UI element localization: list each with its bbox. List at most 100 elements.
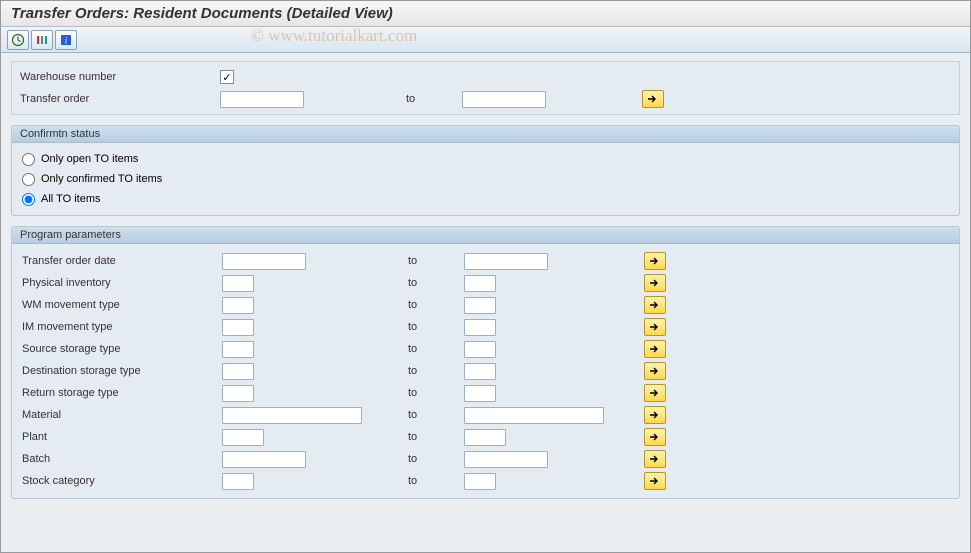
multiple-selection-button[interactable] bbox=[642, 90, 664, 108]
arrow-right-icon bbox=[649, 256, 661, 266]
multiple-selection-button[interactable] bbox=[644, 296, 666, 314]
param-label: Transfer order date bbox=[22, 255, 222, 267]
multiple-selection-button[interactable] bbox=[644, 252, 666, 270]
param-to-input[interactable] bbox=[464, 253, 548, 270]
radio-all-label: All TO items bbox=[41, 193, 101, 205]
multiple-selection-button[interactable] bbox=[644, 428, 666, 446]
param-from-input[interactable] bbox=[222, 341, 254, 358]
warehouse-input[interactable]: ✓ bbox=[220, 70, 234, 84]
to-label: to bbox=[372, 255, 464, 267]
to-label: to bbox=[372, 277, 464, 289]
param-to-input[interactable] bbox=[464, 275, 496, 292]
to-label: to bbox=[372, 343, 464, 355]
param-to-input[interactable] bbox=[464, 429, 506, 446]
param-from-input[interactable] bbox=[222, 363, 254, 380]
arrow-right-icon bbox=[649, 476, 661, 486]
transfer-order-to-input[interactable] bbox=[462, 91, 546, 108]
radio-open-items[interactable]: Only open TO items bbox=[22, 149, 949, 169]
app-window: Transfer Orders: Resident Documents (Det… bbox=[0, 0, 971, 553]
to-label: to bbox=[372, 475, 464, 487]
to-label: to bbox=[372, 453, 464, 465]
info-icon: i bbox=[59, 33, 73, 47]
transfer-order-label: Transfer order bbox=[20, 93, 220, 105]
radio-confirmed-label: Only confirmed TO items bbox=[41, 173, 162, 185]
execute-button[interactable] bbox=[7, 30, 29, 50]
param-label: Return storage type bbox=[22, 387, 222, 399]
radio-confirmed-input[interactable] bbox=[22, 173, 35, 186]
param-row: Stock categoryto bbox=[22, 470, 949, 492]
param-label: Material bbox=[22, 409, 222, 421]
multiple-selection-button[interactable] bbox=[644, 362, 666, 380]
to-label: to bbox=[372, 387, 464, 399]
arrow-right-icon bbox=[649, 410, 661, 420]
param-to-input[interactable] bbox=[464, 363, 496, 380]
param-row: Source storage type to bbox=[22, 338, 949, 360]
param-row: Transfer order date to bbox=[22, 250, 949, 272]
radio-all-input[interactable] bbox=[22, 193, 35, 206]
radio-open-input[interactable] bbox=[22, 153, 35, 166]
param-from-input[interactable] bbox=[222, 253, 306, 270]
clock-execute-icon bbox=[11, 33, 25, 47]
radio-confirmed-items[interactable]: Only confirmed TO items bbox=[22, 169, 949, 189]
param-row: WM movement type to bbox=[22, 294, 949, 316]
multiple-selection-button[interactable] bbox=[644, 406, 666, 424]
param-label: Plant bbox=[22, 431, 222, 443]
multiple-selection-button[interactable] bbox=[644, 274, 666, 292]
toolbar: i bbox=[1, 27, 970, 53]
param-to-input[interactable] bbox=[464, 385, 496, 402]
param-row: Physical inventory to bbox=[22, 272, 949, 294]
to-label: to bbox=[372, 299, 464, 311]
to-label: to bbox=[372, 365, 464, 377]
variant-button[interactable] bbox=[31, 30, 53, 50]
param-label: Batch bbox=[22, 453, 222, 465]
to-label: to bbox=[372, 431, 464, 443]
param-to-input[interactable] bbox=[464, 407, 604, 424]
param-from-input[interactable] bbox=[222, 407, 362, 424]
program-parameters-header: Program parameters bbox=[12, 227, 959, 244]
param-label: Physical inventory bbox=[22, 277, 222, 289]
param-to-input[interactable] bbox=[464, 341, 496, 358]
page-title: Transfer Orders: Resident Documents (Det… bbox=[1, 1, 970, 27]
arrow-right-icon bbox=[649, 278, 661, 288]
param-from-input[interactable] bbox=[222, 385, 254, 402]
info-button[interactable]: i bbox=[55, 30, 77, 50]
radio-all-items[interactable]: All TO items bbox=[22, 189, 949, 209]
param-from-input[interactable] bbox=[222, 275, 254, 292]
bars-icon bbox=[35, 33, 49, 47]
param-row: Return storage type to bbox=[22, 382, 949, 404]
param-to-input[interactable] bbox=[464, 319, 496, 336]
arrow-right-icon bbox=[649, 366, 661, 376]
param-row: Batch to bbox=[22, 448, 949, 470]
param-label: Source storage type bbox=[22, 343, 222, 355]
arrow-right-icon bbox=[649, 432, 661, 442]
to-label: to bbox=[370, 93, 462, 105]
multiple-selection-button[interactable] bbox=[644, 340, 666, 358]
param-to-input[interactable] bbox=[464, 451, 548, 468]
transfer-order-from-input[interactable] bbox=[220, 91, 304, 108]
multiple-selection-button[interactable] bbox=[644, 472, 666, 490]
param-to-input[interactable] bbox=[464, 297, 496, 314]
to-label: to bbox=[372, 321, 464, 333]
param-to-input[interactable] bbox=[464, 473, 496, 490]
program-parameters-group: Program parameters Transfer order date to… bbox=[11, 226, 960, 499]
param-from-input[interactable] bbox=[222, 319, 254, 336]
param-from-input[interactable] bbox=[222, 473, 254, 490]
selection-block: Warehouse number ✓ Transfer order to bbox=[11, 61, 960, 115]
multiple-selection-button[interactable] bbox=[644, 318, 666, 336]
param-label: WM movement type bbox=[22, 299, 222, 311]
multiple-selection-button[interactable] bbox=[644, 384, 666, 402]
param-label: IM movement type bbox=[22, 321, 222, 333]
param-label: Destination storage type bbox=[22, 365, 222, 377]
multiple-selection-button[interactable] bbox=[644, 450, 666, 468]
arrow-right-icon bbox=[649, 344, 661, 354]
confirm-status-group: Confirmtn status Only open TO items Only… bbox=[11, 125, 960, 216]
arrow-right-icon bbox=[649, 300, 661, 310]
arrow-right-icon bbox=[649, 388, 661, 398]
body: Warehouse number ✓ Transfer order to bbox=[1, 53, 970, 552]
param-from-input[interactable] bbox=[222, 297, 254, 314]
param-from-input[interactable] bbox=[222, 429, 264, 446]
param-row: Destination storage type to bbox=[22, 360, 949, 382]
param-from-input[interactable] bbox=[222, 451, 306, 468]
param-row: Plant to bbox=[22, 426, 949, 448]
radio-open-label: Only open TO items bbox=[41, 153, 138, 165]
